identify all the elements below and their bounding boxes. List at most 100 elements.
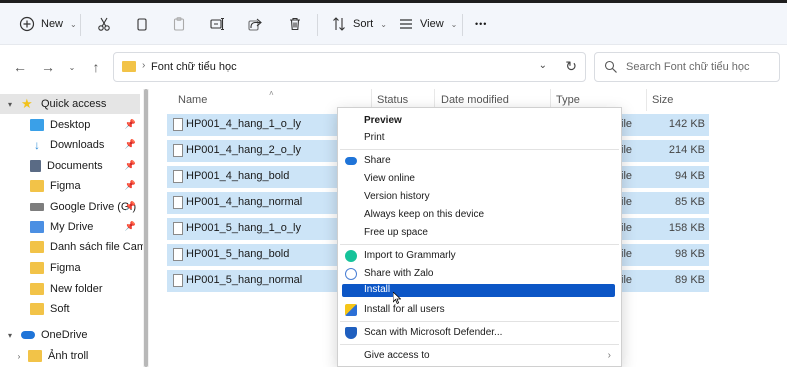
scrollbar-thumb[interactable]	[144, 89, 148, 367]
font-file-icon	[173, 118, 183, 131]
chevron-down-icon[interactable]: ⌄	[539, 60, 547, 71]
refresh-icon[interactable]: ↻	[565, 58, 577, 75]
zalo-icon	[345, 268, 357, 280]
view-button[interactable]: View ⌄	[397, 12, 457, 36]
menu-item-share[interactable]: Share	[338, 152, 621, 170]
chevron-down-icon: ⌄	[70, 19, 77, 29]
sidebar-item-quick-access[interactable]: ▾ ★ Quick access	[0, 94, 140, 114]
toolbar-divider	[317, 14, 318, 36]
defender-shield-icon	[345, 327, 357, 339]
file-type: ile	[621, 170, 633, 182]
new-button[interactable]: New ⌄	[18, 12, 77, 36]
address-bar[interactable]: › Font chữ tiểu học ⌄ ↻	[113, 52, 586, 82]
sidebar-item-label: Downloads	[50, 139, 105, 151]
grammarly-icon	[345, 250, 357, 262]
file-size: 158 KB	[668, 222, 705, 234]
menu-item-give-access[interactable]: Give access to ›	[338, 347, 621, 365]
folder-icon	[30, 262, 44, 274]
sidebar-item-label: Documents	[47, 160, 103, 172]
sidebar-item-new-folder[interactable]: New folder	[0, 279, 140, 299]
column-header-type[interactable]: Type	[556, 94, 580, 106]
more-label: •••	[475, 19, 488, 29]
column-header-size[interactable]: Size	[652, 94, 673, 106]
expand-right-icon[interactable]: ›	[14, 352, 24, 361]
copy-button[interactable]	[133, 12, 151, 36]
up-button[interactable]: ↑	[86, 57, 106, 77]
search-placeholder: Search Font chữ tiểu học	[626, 61, 750, 73]
arrow-up-icon: ↑	[92, 59, 100, 75]
arrow-left-icon: ←	[13, 59, 27, 75]
folder-icon	[122, 61, 136, 72]
menu-item-free-up-space[interactable]: Free up space	[338, 224, 621, 242]
sort-ascending-icon: ˄	[269, 89, 274, 98]
sidebar-item-danh-sach-file[interactable]: Danh sách file Camtas	[0, 237, 161, 257]
sidebar-item-onedrive[interactable]: ▾ OneDrive	[0, 325, 140, 345]
sidebar-item-label: Soft	[50, 303, 70, 315]
context-menu: Preview Print Share View online Version …	[337, 107, 622, 367]
back-button[interactable]: ←	[10, 57, 30, 77]
recent-locations-button[interactable]: ⌄	[62, 57, 82, 77]
sidebar-item-label: OneDrive	[41, 329, 88, 341]
sidebar-item-desktop[interactable]: Desktop 📌	[0, 115, 140, 135]
share-icon	[246, 15, 264, 33]
cut-button[interactable]	[95, 12, 113, 36]
pin-icon: 📌	[124, 160, 136, 170]
command-bar: New ⌄ Sort ⌄ View ⌄ •••	[0, 3, 787, 45]
chevron-down-icon: ⌄	[68, 62, 76, 72]
rename-button[interactable]	[208, 12, 226, 36]
menu-item-view-online[interactable]: View online	[338, 170, 621, 188]
column-header-status[interactable]: Status	[377, 94, 408, 106]
more-options-button[interactable]: •••	[475, 12, 487, 36]
sidebar-item-soft[interactable]: Soft	[0, 299, 140, 319]
navigation-bar: ← → ⌄ ↑ › Font chữ tiểu học ⌄ ↻ Search F…	[0, 45, 787, 89]
sidebar-item-figma[interactable]: Figma 📌	[0, 176, 140, 196]
delete-button[interactable]	[286, 12, 304, 36]
sort-button[interactable]: Sort ⌄	[330, 12, 387, 36]
sidebar-item-anh-troll[interactable]: › Ảnh troll	[0, 346, 140, 366]
menu-item-print[interactable]: Print	[338, 129, 621, 147]
sidebar-item-downloads[interactable]: ↓ Downloads 📌	[0, 135, 140, 155]
paste-button[interactable]	[170, 12, 188, 36]
column-header-name[interactable]: Name	[178, 94, 207, 106]
menu-item-preview[interactable]: Preview	[338, 112, 621, 130]
expand-down-icon[interactable]: ▾	[5, 100, 15, 109]
plus-circle-icon	[18, 15, 36, 33]
sidebar-item-google-drive[interactable]: Google Drive (G:) 📌	[0, 197, 140, 217]
sidebar-item-my-drive[interactable]: My Drive 📌	[0, 217, 140, 237]
menu-item-keep-on-device[interactable]: Always keep on this device	[338, 206, 621, 224]
menu-item-defender[interactable]: Scan with Microsoft Defender...	[338, 324, 621, 342]
file-size: 94 KB	[675, 170, 705, 182]
column-divider[interactable]	[646, 89, 647, 111]
pin-icon: 📌	[124, 119, 136, 129]
chevron-right-icon: ›	[142, 60, 146, 71]
menu-item-zalo[interactable]: Share with Zalo	[338, 265, 621, 283]
column-header-date[interactable]: Date modified	[441, 94, 509, 106]
sidebar-item-label: Google Drive (G:)	[50, 201, 137, 213]
file-name: HP001_4_hang_1_o_ly	[186, 118, 301, 130]
chevron-down-icon: ⌄	[450, 19, 458, 29]
folder-icon	[30, 241, 44, 253]
file-name: HP001_4_hang_2_o_ly	[186, 144, 301, 156]
navigation-pane: ▾ ★ Quick access Desktop 📌 ↓ Downloads 📌…	[0, 89, 161, 367]
search-box[interactable]: Search Font chữ tiểu học	[594, 52, 780, 82]
menu-separator	[340, 321, 619, 322]
font-file-icon	[173, 248, 183, 261]
download-icon: ↓	[34, 138, 40, 152]
file-type: ile	[621, 196, 633, 208]
cloud-icon	[21, 331, 35, 339]
menu-item-install[interactable]: Install	[342, 284, 615, 297]
expand-down-icon[interactable]: ▾	[5, 331, 15, 340]
menu-item-grammarly[interactable]: Import to Grammarly	[338, 247, 621, 265]
toolbar-divider	[462, 14, 463, 36]
pin-icon: 📌	[124, 221, 136, 231]
sidebar-item-label: Desktop	[50, 119, 91, 131]
menu-item-install-all-users[interactable]: Install for all users	[338, 301, 621, 319]
share-button[interactable]	[246, 12, 264, 36]
sidebar-item-documents[interactable]: Documents 📌	[0, 156, 140, 176]
sidebar-item-figma-2[interactable]: Figma	[0, 258, 140, 278]
sidebar-item-label: Ảnh troll	[48, 350, 89, 362]
file-name: HP001_5_hang_bold	[186, 248, 290, 260]
forward-button[interactable]: →	[38, 57, 58, 77]
menu-item-version-history[interactable]: Version history	[338, 188, 621, 206]
file-name: HP001_4_hang_bold	[186, 170, 290, 182]
